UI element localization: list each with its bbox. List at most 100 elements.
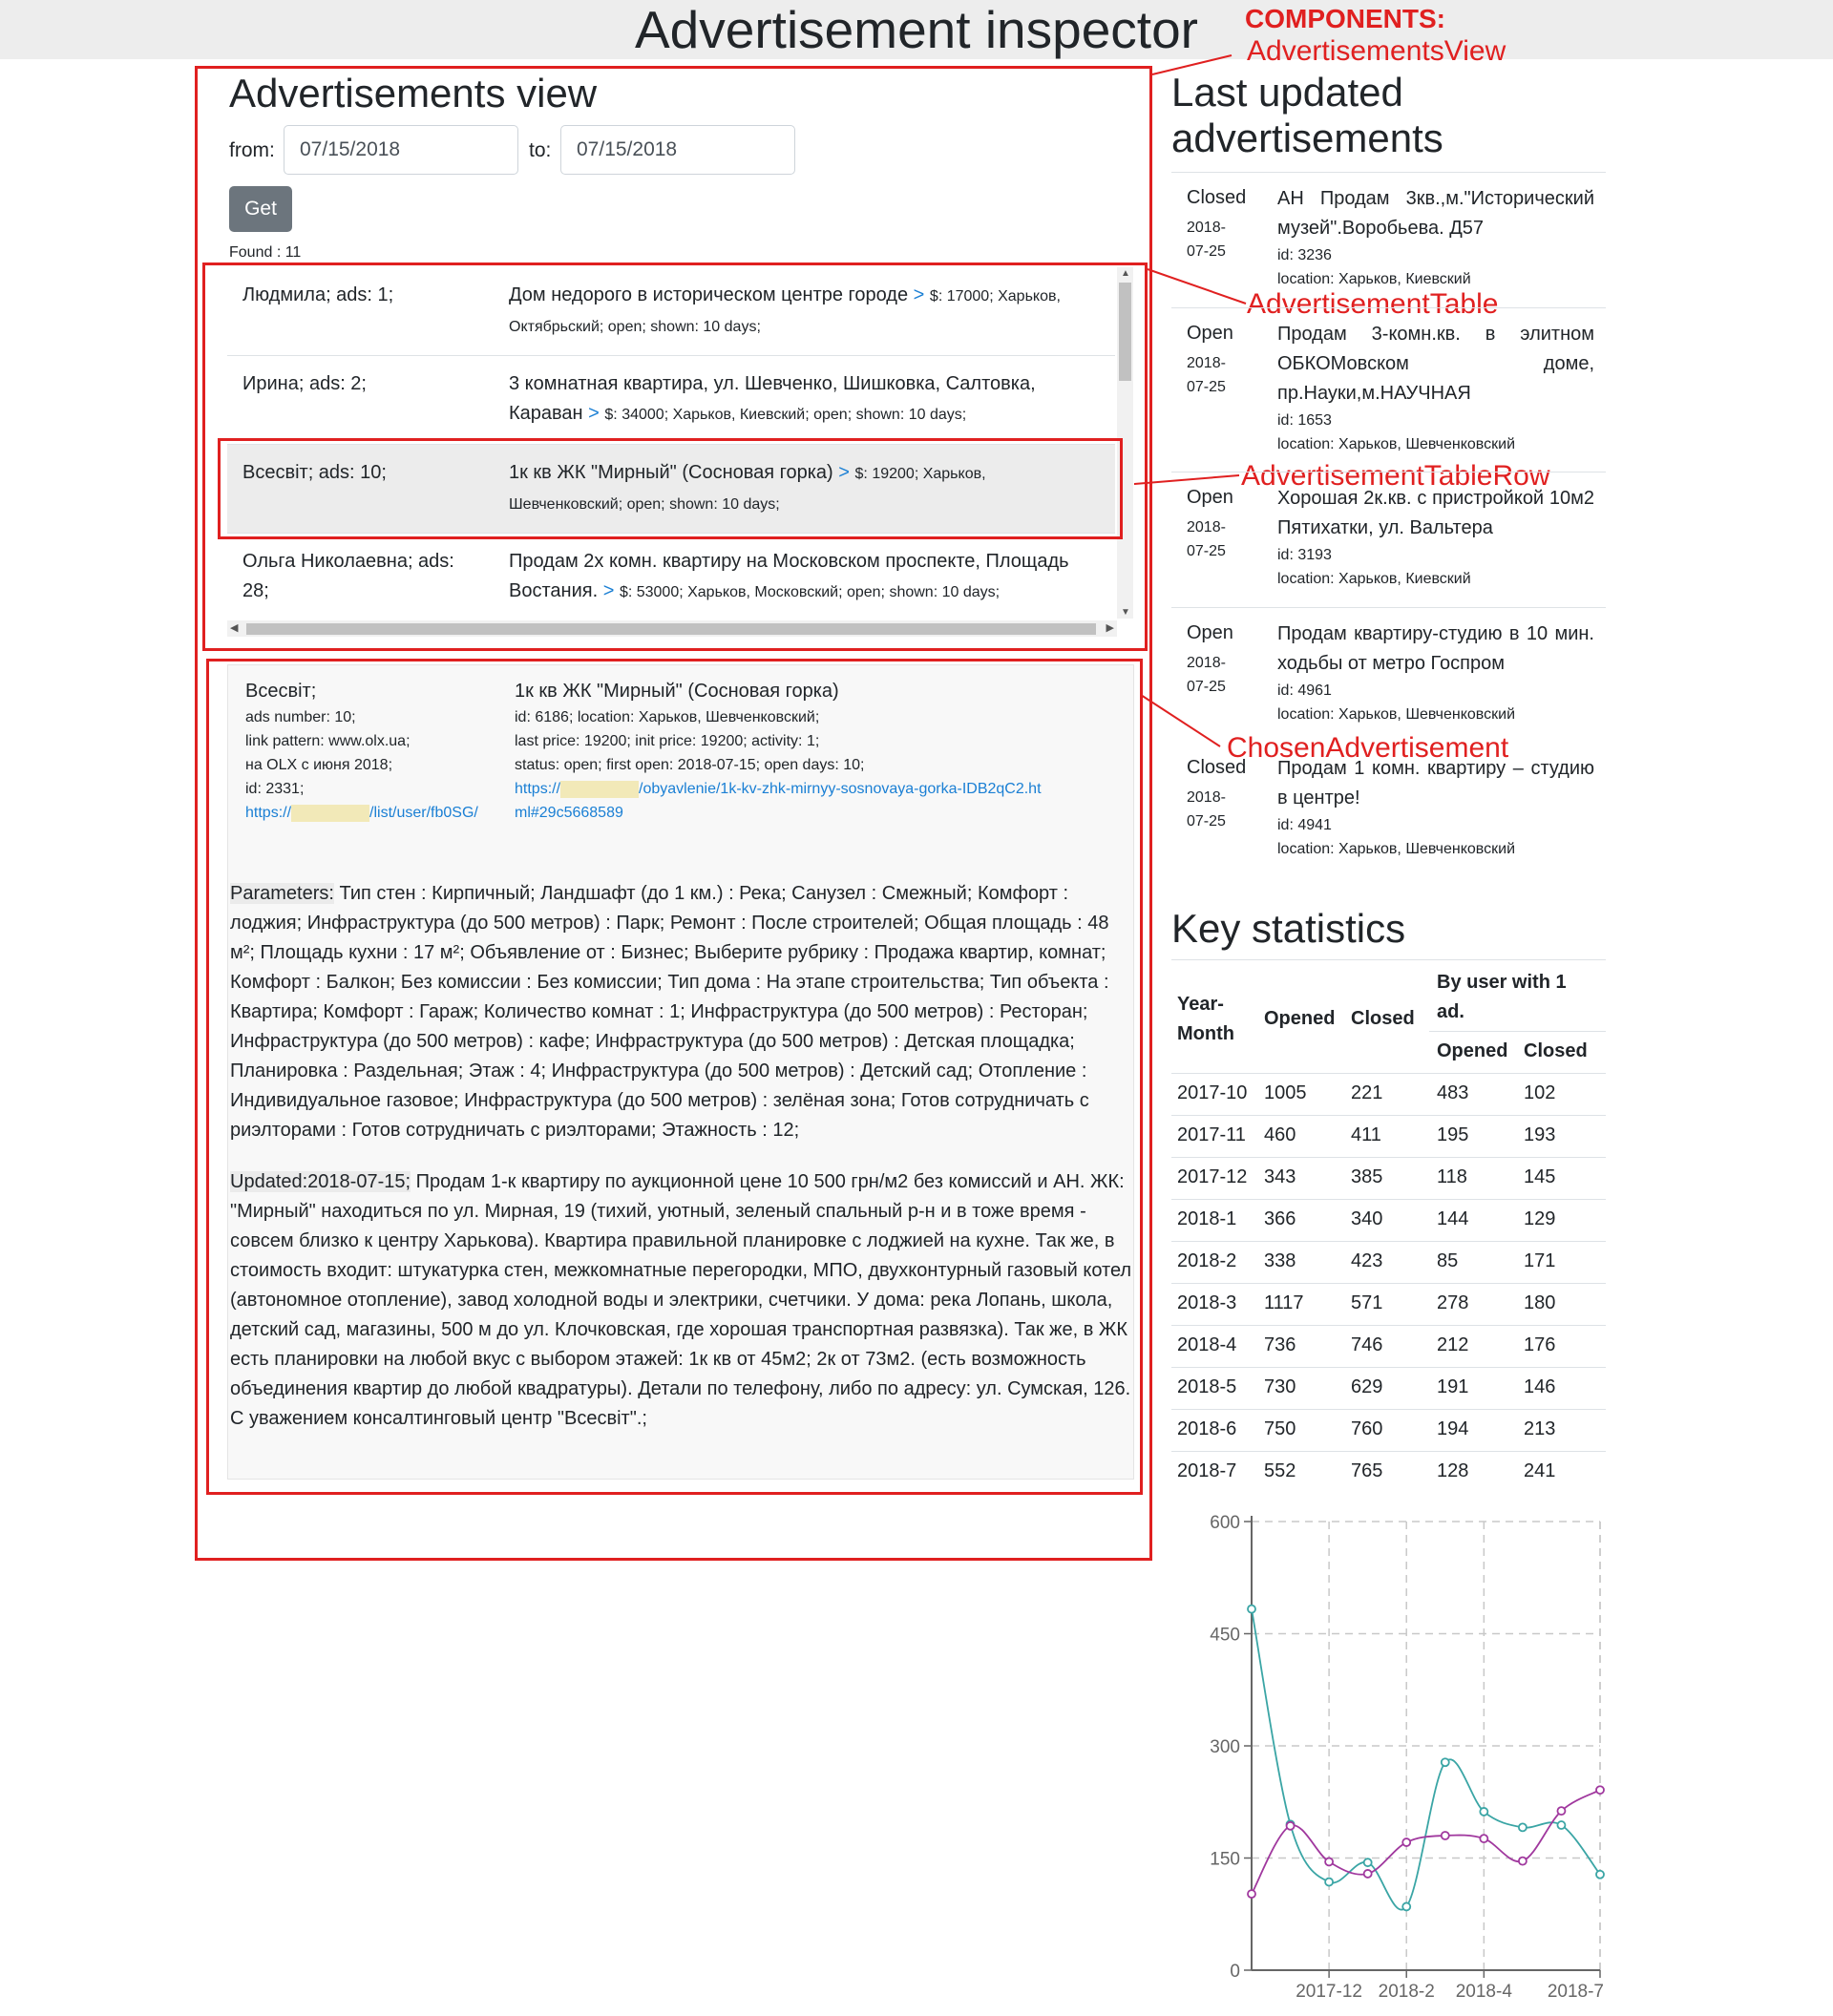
data-point [1324,1877,1335,1887]
table-cell: 195 [1437,1124,1469,1145]
table-cell: 750 [1264,1418,1296,1439]
table-row: 2018-3 1117 571 278 180 [1171,1283,1606,1325]
annotation-box-chosen-ad [206,659,1143,1495]
data-point [1362,1858,1373,1868]
table-cell: 760 [1351,1418,1383,1439]
table-cell: 2018-7 [1177,1460,1237,1481]
table-cell: 241 [1524,1460,1556,1481]
table-cell: 176 [1524,1334,1556,1355]
table-cell: 338 [1264,1250,1296,1271]
x-tick-label: 2017-12 [1296,1982,1362,2000]
data-point [1247,1889,1256,1900]
item-title: Продам квартиру-студию в 10 мин. ходьбы … [1277,623,1594,723]
y-tick-label: 150 [1210,1850,1240,1870]
table-row: 2017-12 343 385 118 145 [1171,1157,1606,1199]
key-statistics-title: Key statistics [1171,906,1406,951]
data-point [1324,1857,1335,1867]
table-cell: 102 [1524,1082,1556,1103]
item-date: 2018-07-25 [1187,789,1226,830]
data-point [1401,1838,1412,1847]
list-item[interactable]: Open 2018-07-25 Продам квартиру-студию в… [1171,607,1606,743]
table-cell: 221 [1351,1082,1383,1103]
table-cell: 146 [1524,1376,1556,1397]
list-item[interactable]: Closed 2018-07-25 АН Продам 3кв.,м."Исто… [1171,172,1606,307]
list-item[interactable]: Open 2018-07-25 Продам 3-комн.кв. в элит… [1171,307,1606,472]
table-row: 2018-7 552 765 128 241 [1171,1451,1606,1493]
table-cell: 129 [1524,1208,1556,1229]
y-tick-label: 450 [1210,1626,1240,1646]
table-cell: 128 [1437,1460,1469,1481]
item-title: АН Продам 3кв.,м."Исторический музей".Во… [1277,188,1594,287]
table-cell: 1005 [1264,1082,1307,1103]
table-cell: 571 [1351,1292,1383,1313]
list-item[interactable]: Closed 2018-07-25 Продам 1 комн. квартир… [1171,743,1606,867]
table-cell: 213 [1524,1418,1556,1439]
y-tick-label: 300 [1210,1737,1240,1757]
x-tick-label: 2018-2 [1379,1982,1435,2000]
item-status: Open [1187,487,1233,508]
data-point [1440,1757,1450,1768]
table-cell: 180 [1524,1292,1556,1313]
data-point [1517,1856,1528,1866]
list-item[interactable]: Open 2018-07-25 Хорошая 2к.кв. с пристро… [1171,472,1606,607]
x-tick-label: 2018-7 [1548,1982,1604,2000]
table-row: 2018-1 366 340 144 129 [1171,1199,1606,1241]
table-row: 2018-2 338 423 85 171 [1171,1241,1606,1283]
table-cell: 746 [1351,1334,1383,1355]
table-cell: 629 [1351,1376,1383,1397]
item-title: Продам 3-комн.кв. в элитном ОБКОМовском … [1277,324,1594,452]
table-cell: 2017-10 [1177,1082,1248,1103]
table-row: 2018-5 730 629 191 146 [1171,1367,1606,1409]
y-tick-label: 600 [1210,1513,1240,1533]
statistics-chart: 0 150 300 450 600 2017-12 2018-2 2018-4 2018-7 [1210,1513,1605,2000]
data-point [1556,1806,1567,1816]
table-cell: 460 [1264,1124,1296,1145]
table-cell: 483 [1437,1082,1469,1103]
subheader-opened: Opened [1437,1040,1508,1061]
table-cell: 171 [1524,1250,1556,1271]
data-point [1479,1807,1489,1816]
table-cell: 194 [1437,1418,1469,1439]
header-opened: Opened [1264,1008,1336,1029]
data-point [1595,1785,1605,1796]
table-cell: 2018-4 [1177,1334,1237,1355]
data-point [1517,1822,1528,1833]
item-title: Хорошая 2к.кв. с пристройкой 10м2 Пятиха… [1277,488,1594,587]
table-header: Year-Month Opened Closed By user with 1 … [1171,959,1606,1044]
table-cell: 340 [1351,1208,1383,1229]
data-point [1556,1820,1567,1830]
data-point [1440,1831,1450,1840]
item-title: Продам 1 комн. квартиру – студию в центр… [1277,758,1594,857]
table-cell: 1117 [1264,1292,1304,1313]
table-cell: 2018-3 [1177,1292,1237,1313]
table-cell: 2018-6 [1177,1418,1237,1439]
item-status: Closed [1187,757,1247,778]
subheader-closed: Closed [1524,1040,1588,1061]
item-date: 2018-07-25 [1187,220,1226,260]
table-cell: 212 [1437,1334,1469,1355]
annotation-components-heading: COMPONENTS: [1245,4,1445,33]
table-row: 2018-6 750 760 194 213 [1171,1409,1606,1451]
item-status: Open [1187,622,1233,643]
series-line-1 [1251,1608,1601,1911]
table-cell: 736 [1264,1334,1296,1355]
table-cell: 343 [1264,1166,1296,1187]
data-point [1595,1869,1605,1880]
item-status: Closed [1187,187,1247,208]
table-cell: 145 [1524,1166,1556,1187]
table-cell: 2017-11 [1177,1124,1246,1145]
table-cell: 144 [1437,1208,1469,1229]
table-row: 2017-10 1005 221 483 102 [1171,1073,1606,1115]
table-cell: 2017-12 [1177,1166,1248,1187]
annotation-ads-view: AdvertisementsView [1247,35,1506,67]
table-cell: 423 [1351,1250,1383,1271]
table-cell: 2018-2 [1177,1250,1237,1271]
table-cell: 765 [1351,1460,1383,1481]
data-point [1247,1604,1256,1614]
series-line-2 [1251,1789,1601,1895]
y-tick-label: 0 [1230,1962,1240,1982]
table-cell: 385 [1351,1166,1383,1187]
table-cell: 730 [1264,1376,1296,1397]
annotation-box-ad-table-row [218,438,1123,539]
table-cell: 411 [1351,1124,1381,1145]
